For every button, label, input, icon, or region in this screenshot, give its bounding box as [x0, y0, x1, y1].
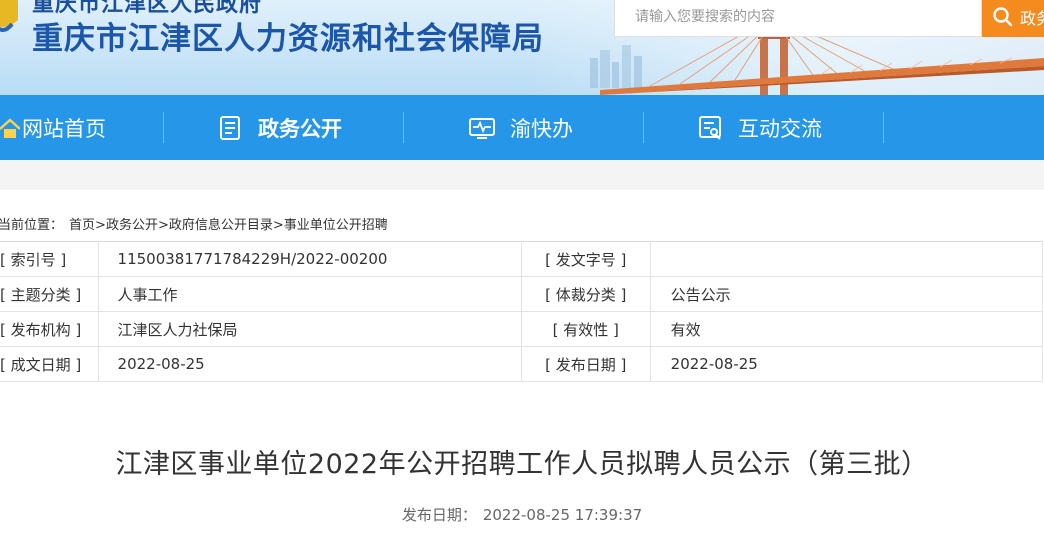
info-label: [ 有效性 ]	[520, 311, 651, 347]
nav-item-label: 渝快办	[510, 116, 573, 141]
info-value	[649, 241, 1044, 277]
info-value: 有效	[649, 311, 1044, 347]
site-title: 重庆市江津区人力资源和社会保障局	[32, 21, 544, 57]
nav-divider	[403, 112, 404, 143]
nav-item-label: 互动交流	[738, 116, 822, 141]
table-row: [ 成文日期 ] 2022-08-25 [ 发布日期 ] 2022-08-25	[0, 346, 1044, 382]
search-input[interactable]	[615, 0, 981, 36]
info-label: [ 发布日期 ]	[520, 346, 651, 382]
nav-item-label: 政务公开	[258, 116, 342, 141]
breadcrumb-separator: >	[95, 218, 106, 233]
info-value: 2022-08-25	[649, 346, 1044, 382]
main-nav: 网站首页 政务公开 渝快办 互动交流	[0, 95, 1044, 160]
search-box	[614, 0, 982, 37]
site-header: 重庆市江津区人民政府 重庆市江津区人力资源和社会保障局 政务	[0, 0, 1044, 95]
info-value: 江津区人力社保局	[97, 311, 522, 347]
nav-item-label: 网站首页	[22, 116, 106, 141]
info-label: [ 成文日期 ]	[0, 346, 99, 382]
document-icon	[218, 115, 244, 141]
table-row: [ 主题分类 ] 人事工作 [ 体裁分类 ] 公告公示	[0, 276, 1044, 312]
home-icon	[0, 117, 20, 139]
breadcrumb-home[interactable]: 首页	[69, 218, 95, 233]
info-value: 公告公示	[649, 276, 1044, 312]
search-icon	[993, 7, 1013, 27]
nav-item-home[interactable]: 网站首页	[0, 95, 106, 160]
publish-date-value: 2022-08-25 17:39:37	[482, 506, 643, 524]
info-label: [ 索引号 ]	[0, 241, 99, 277]
breadcrumb-prefix: 当前位置：	[0, 218, 64, 233]
nav-item-government-affairs[interactable]: 政务公开	[218, 95, 342, 160]
table-row: [ 发布机构 ] 江津区人力社保局 [ 有效性 ] 有效	[0, 311, 1044, 347]
nav-item-interaction[interactable]: 互动交流	[698, 95, 822, 160]
search-button-label: 政务	[1020, 9, 1044, 28]
nav-item-yu-kuai-ban[interactable]: 渝快办	[468, 95, 573, 160]
nav-divider	[643, 112, 644, 143]
breadcrumb-separator: >	[272, 218, 284, 233]
info-label: [ 体裁分类 ]	[520, 276, 651, 312]
nav-divider	[883, 112, 884, 143]
breadcrumb-separator: >	[157, 218, 169, 233]
government-emblem-icon	[0, 0, 18, 32]
info-label: [ 主题分类 ]	[0, 276, 99, 312]
breadcrumb-government-affairs[interactable]: 政务公开	[106, 218, 158, 233]
breadcrumb-info-catalog[interactable]: 政府信息公开目录	[169, 218, 273, 233]
document-info-table: [ 索引号 ] 11500381771784229H/2022-00200 [ …	[0, 241, 1044, 382]
info-label: [ 发文字号 ]	[520, 241, 651, 277]
info-value: 人事工作	[97, 276, 522, 312]
spacer-band	[0, 160, 1044, 190]
breadcrumb: 当前位置： 首页>政务公开>政府信息公开目录>事业单位公开招聘	[0, 214, 388, 233]
publish-date-label: 发布日期：	[401, 506, 477, 524]
nav-divider	[163, 112, 164, 143]
chat-form-icon	[698, 115, 724, 141]
breadcrumb-public-recruitment[interactable]: 事业单位公开招聘	[284, 218, 388, 233]
table-row: [ 索引号 ] 11500381771784229H/2022-00200 [ …	[0, 241, 1044, 277]
article-title: 江津区事业单位2022年公开招聘工作人员拟聘人员公示（第三批）	[115, 449, 929, 480]
search-button[interactable]: 政务	[982, 0, 1044, 37]
publish-info: 发布日期： 2022-08-25 17:39:37	[0, 504, 1044, 525]
info-label: [ 发布机构 ]	[0, 311, 99, 347]
info-value: 2022-08-25	[97, 346, 522, 382]
monitor-icon	[468, 116, 496, 140]
info-value: 11500381771784229H/2022-00200	[97, 241, 522, 277]
